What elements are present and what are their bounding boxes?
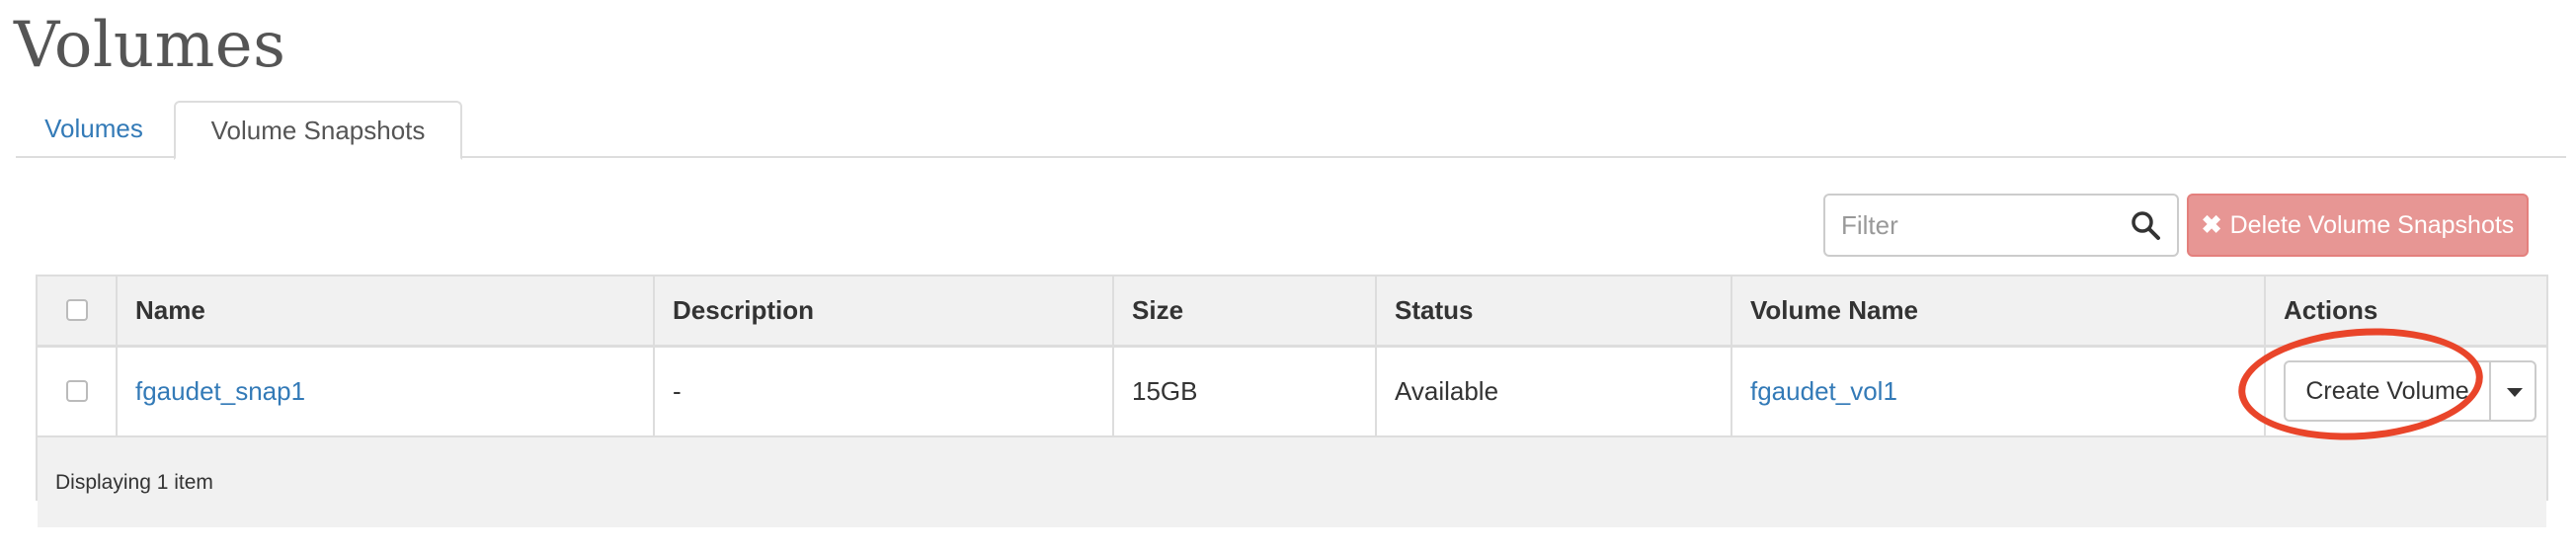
table-row: fgaudet_snap1 - 15GB Available fgaudet_v… (38, 346, 2546, 437)
delete-volume-snapshots-button[interactable]: ✖ Delete Volume Snapshots (2187, 194, 2529, 257)
column-header-description[interactable]: Description (654, 276, 1114, 348)
create-volume-button[interactable]: Create Volume (2284, 360, 2491, 423)
snapshots-table: Name Description Size Status Volume Name… (36, 275, 2548, 527)
snapshot-status: Available (1376, 346, 1732, 437)
close-icon: ✖ (2201, 211, 2222, 239)
tab-volume-snapshots[interactable]: Volume Snapshots (174, 101, 462, 160)
select-all-cell (38, 276, 118, 348)
row-checkbox[interactable] (65, 380, 88, 403)
row-select-cell (38, 346, 118, 437)
chevron-down-icon (2507, 388, 2523, 398)
filter-input[interactable] (1825, 196, 2112, 255)
tab-bar: Volumes Volume Snapshots (16, 101, 2566, 160)
table-footer-row: Displaying 1 item (38, 436, 2546, 527)
tab-volumes[interactable]: Volumes (16, 101, 172, 160)
table-footer-count: Displaying 1 item (38, 436, 2546, 527)
column-header-volume-name[interactable]: Volume Name (1731, 276, 2266, 348)
column-header-size[interactable]: Size (1113, 276, 1377, 348)
search-icon[interactable] (2130, 209, 2161, 241)
delete-volume-snapshots-label: Delete Volume Snapshots (2229, 211, 2515, 239)
filter-field (1823, 194, 2179, 257)
column-header-status[interactable]: Status (1376, 276, 1732, 348)
page-title: Volumes (14, 9, 286, 82)
action-button-group: Create Volume (2284, 360, 2536, 423)
select-all-checkbox[interactable] (65, 299, 88, 322)
row-actions-cell: Create Volume (2265, 346, 2546, 437)
column-header-actions: Actions (2265, 276, 2546, 348)
actions-dropdown-toggle[interactable] (2489, 360, 2536, 423)
volume-name-link[interactable]: fgaudet_vol1 (1750, 376, 1897, 406)
table-header-row: Name Description Size Status Volume Name… (38, 276, 2546, 348)
snapshot-size: 15GB (1113, 346, 1377, 437)
snapshot-name-link[interactable]: fgaudet_snap1 (135, 376, 305, 406)
column-header-name[interactable]: Name (117, 276, 655, 348)
snapshot-description: - (654, 346, 1114, 437)
